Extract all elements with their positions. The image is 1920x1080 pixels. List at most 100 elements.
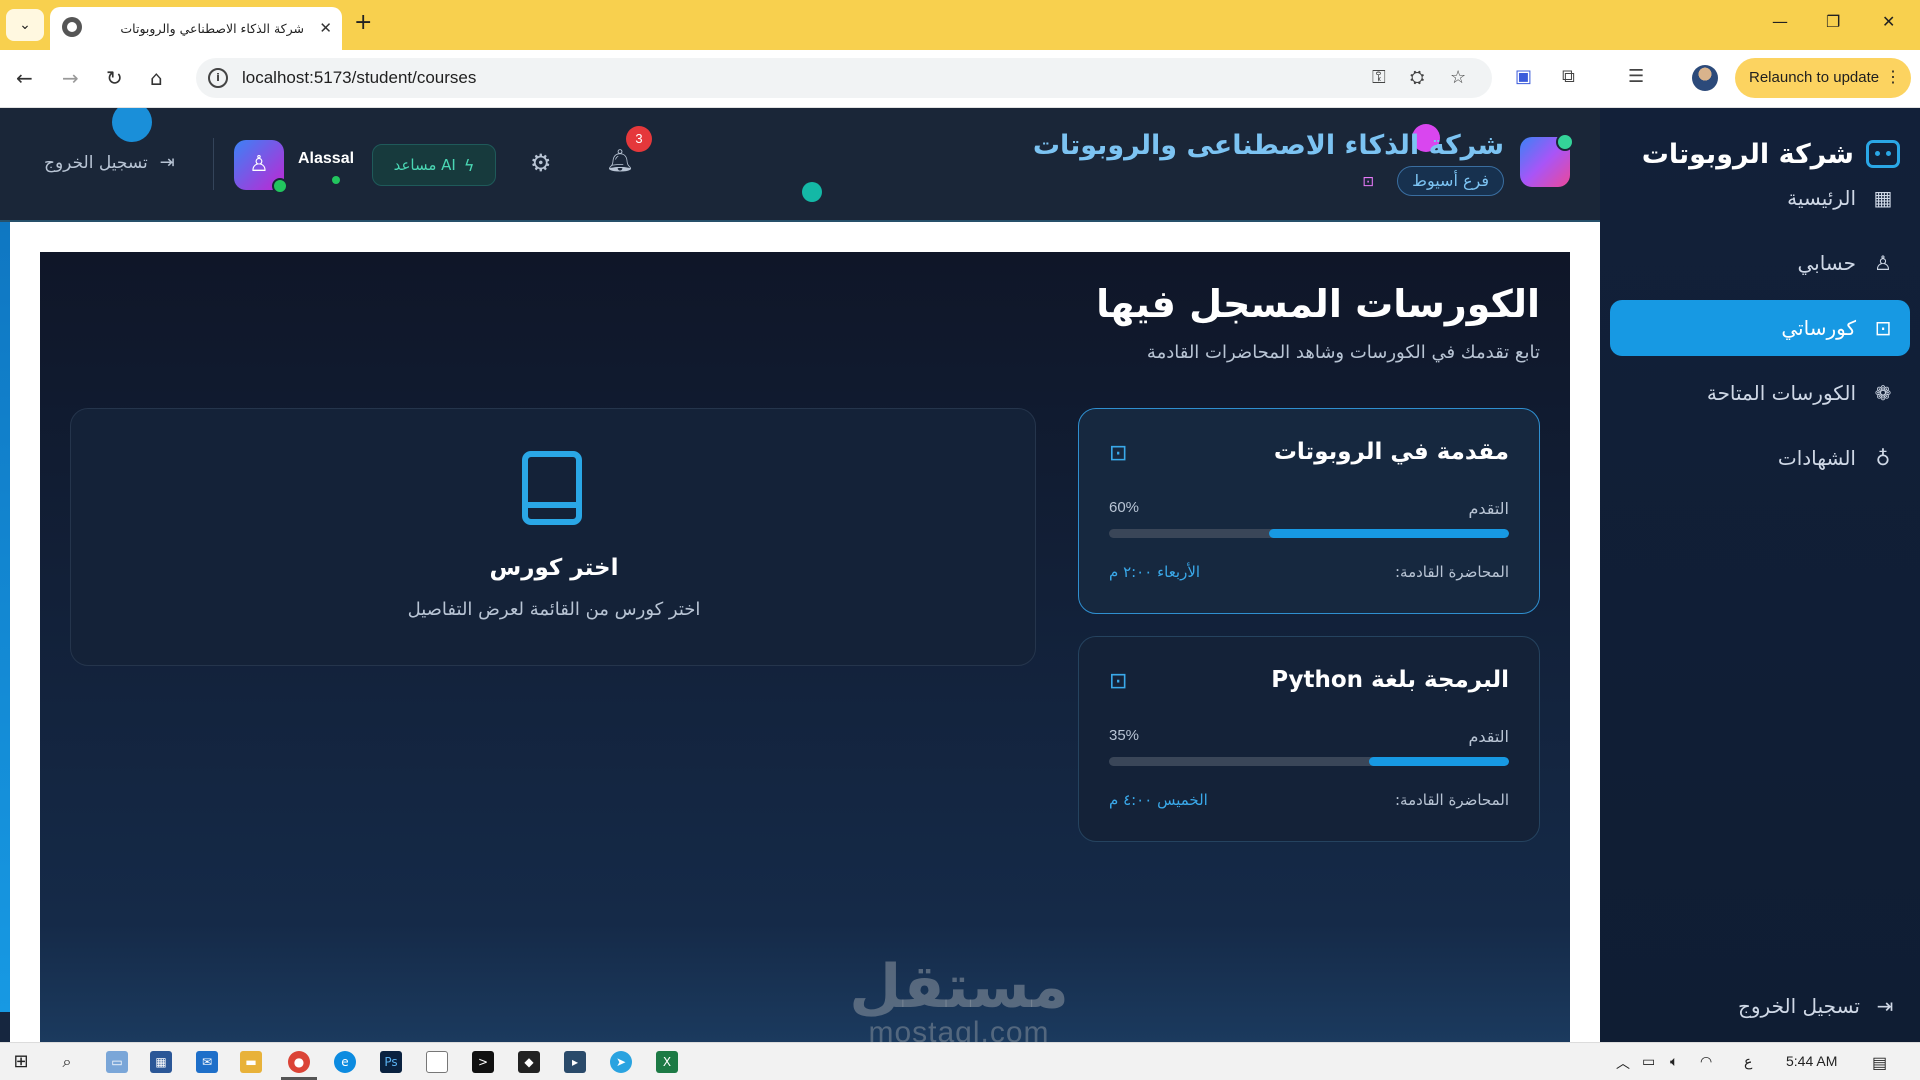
store-icon[interactable]: ▦ [150,1051,172,1073]
next-lecture-time: الخميس ٤:٠٠ م [1109,791,1208,809]
extension-icon[interactable]: ▣ [1515,66,1532,87]
key-icon[interactable]: ⚿ [1372,67,1386,88]
edge-icon[interactable]: e [334,1051,356,1073]
award-icon: ♁ [1875,446,1891,470]
search-icon[interactable]: ⌕ [56,1051,78,1073]
sidebar-menu: ▦ الرئيسية ♙ حسابي ⊡ كورساتي ❁ الكورسات … [1610,170,1910,495]
photoshop-icon[interactable]: Ps [380,1051,402,1073]
app-header: شركة الذكاء الاصطناعى والروبوتات فرع أسي… [0,108,1600,222]
vscode-icon[interactable]: ▸ [564,1051,586,1073]
notepad-icon[interactable] [426,1051,448,1073]
progress-percent: 35% [1109,727,1140,744]
book-icon [522,451,582,525]
grid-icon: ▦ [1873,186,1893,210]
home-icon[interactable]: ⌂ [150,66,163,90]
detail-subtitle: اختر كورس من القائمة لعرض التفاصيل [407,599,701,620]
globe-icon [62,17,82,37]
telegram-icon[interactable]: ➤ [610,1051,632,1073]
reading-list-icon[interactable]: ☰ [1628,66,1644,87]
sidebar-item-label: الشهادات [1777,446,1856,470]
profile-avatar[interactable] [1692,65,1718,91]
course-title: مقدمة في الروبوتات [1273,439,1509,465]
sidebar-item-home[interactable]: ▦ الرئيسية [1610,170,1910,226]
sidebar-item-available-courses[interactable]: ❁ الكورسات المتاحة [1610,365,1910,421]
sidebar-item-label: حسابي [1797,251,1856,275]
new-tab-button[interactable]: + [354,10,372,35]
site-info-icon[interactable]: i [208,68,228,88]
logout-icon: ⇥ [1876,994,1894,1018]
course-card[interactable]: مقدمة في الروبوتات ⊡ التقدم 60% المحاضرة… [1078,408,1540,614]
app-root: شركة الروبوتات ▦ الرئيسية ♙ حسابي ⊡ كورس… [0,108,1920,1042]
progress-label: التقدم [1468,727,1509,746]
company-logo [1520,133,1574,187]
windows-start-icon[interactable]: ⊞ [10,1051,32,1073]
sidebar-item-label: الرئيسية [1787,186,1856,210]
notification-center-icon[interactable]: ▤ [1872,1053,1887,1073]
battery-icon[interactable]: ▭ [1642,1053,1655,1070]
relaunch-button[interactable]: Relaunch to update ⋮ [1735,58,1911,98]
next-lecture-time: الأربعاء ٢:٠٠ م [1109,563,1201,581]
mail-icon[interactable]: ✉ [196,1051,218,1073]
progress-fill [1369,757,1509,766]
scroll-indicator[interactable] [0,222,10,1012]
decorative-dot [802,182,822,202]
window-close-icon[interactable]: ✕ [1882,12,1895,31]
course-title: البرمجة بلغة Python [1271,667,1509,693]
main-content: الكورسات المسجل فيها تابع تقدمك في الكور… [40,252,1570,1042]
excel-icon[interactable]: X [656,1051,678,1073]
ai-assistant-button[interactable]: ϟ AI مساعد [372,144,496,186]
file-explorer-icon[interactable]: ▭ [106,1051,128,1073]
progress-track [1109,757,1509,766]
forward-icon[interactable]: → [62,66,79,90]
folder-icon[interactable]: ▬ [240,1051,262,1073]
puzzle-icon[interactable]: ⧉ [1562,66,1575,87]
brain-icon: ❁ [1874,381,1892,405]
page-subtitle: تابع تقدمك في الكورسات وشاهد المحاضرات ا… [1146,342,1540,363]
detail-title: اختر كورس [489,555,619,581]
minimize-icon[interactable]: — [1772,12,1788,31]
restore-icon[interactable]: ❐ [1826,12,1840,31]
header-logout-label: تسجيل الخروج [44,152,148,173]
sidebar-item-account[interactable]: ♙ حسابي [1610,235,1910,291]
wifi-icon[interactable]: ◠ [1700,1053,1712,1070]
course-card[interactable]: البرمجة بلغة Python ⊡ التقدم 35% المحاضر… [1078,636,1540,842]
decorative-dot [112,108,152,142]
user-icon: ♙ [1874,251,1892,275]
robot-icon: ⊡ [1109,441,1128,466]
chrome-icon[interactable]: ● [288,1051,310,1073]
sidebar: شركة الروبوتات ▦ الرئيسية ♙ حسابي ⊡ كورس… [1600,108,1920,1042]
sidebar-item-label: كورساتي [1781,316,1856,340]
address-bar[interactable]: i localhost:5173/student/courses ⚿ ⛭ ☆ [196,58,1492,98]
browser-tab[interactable]: شركة الذكاء الاصطناعي والروبوتات ✕ [50,7,342,50]
lightning-icon: ϟ [463,155,475,175]
volume-icon[interactable]: 🔈︎ [1670,1053,1678,1070]
keyboard-language[interactable]: ع [1744,1053,1752,1070]
close-tab-icon[interactable]: ✕ [319,19,332,37]
progress-fill [1269,529,1509,538]
course-detail-panel: اختر كورس اختر كورس من القائمة لعرض التف… [70,408,1036,666]
bookmark-star-icon[interactable]: ☆ [1450,67,1466,88]
reload-icon[interactable]: ↻ [106,66,123,90]
more-icon[interactable]: ⋮ [1885,58,1901,98]
robot-icon: ⊡ [1362,174,1374,190]
back-icon[interactable]: ← [16,66,33,90]
tab-search-button[interactable]: ⌄ [6,9,44,41]
sidebar-logout-button[interactable]: ⇥ تسجيل الخروج [1738,994,1898,1018]
header-logout-button[interactable]: ⇥ تسجيل الخروج [44,152,175,173]
translate-icon[interactable]: ⛭ [1410,67,1424,88]
app-icon[interactable]: ◆ [518,1051,540,1073]
clock[interactable]: 5:44 AM [1786,1053,1837,1069]
tray-chevron-icon[interactable]: ︿ [1616,1053,1630,1073]
bell-icon[interactable]: 🔔︎ [606,149,634,174]
relaunch-label: Relaunch to update [1749,69,1880,86]
user-icon: ♙ [249,152,269,177]
brand-text: شركة الروبوتات [1641,138,1854,170]
robot-icon [1866,140,1900,168]
sidebar-item-certificates[interactable]: ♁ الشهادات [1610,430,1910,486]
sidebar-item-my-courses[interactable]: ⊡ كورساتي [1610,300,1910,356]
terminal-icon[interactable]: > [472,1051,494,1073]
page-title: الكورسات المسجل فيها [1096,282,1540,326]
next-lecture-label: المحاضرة القادمة: [1394,791,1509,809]
gear-icon[interactable]: ⚙ [530,149,552,177]
next-lecture-label: المحاضرة القادمة: [1394,563,1509,581]
